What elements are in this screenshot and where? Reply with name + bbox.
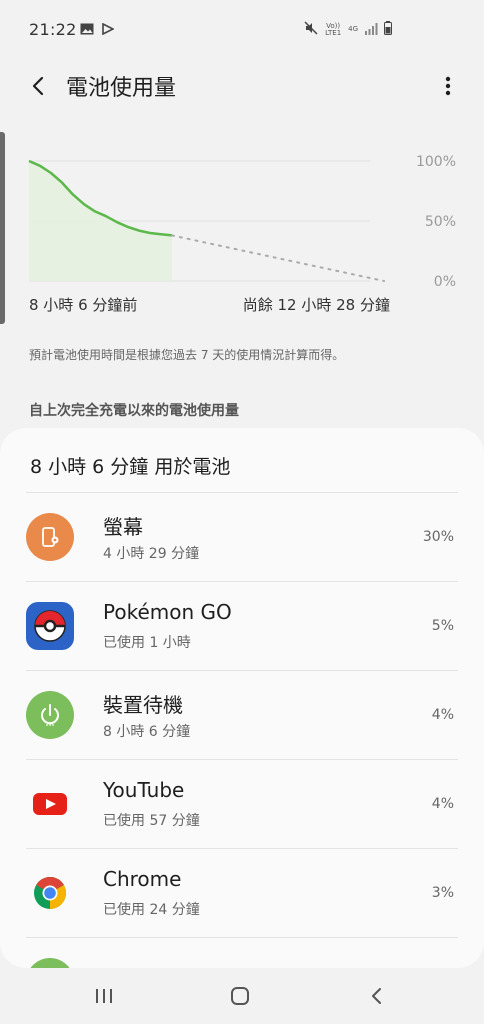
recents-icon — [96, 989, 112, 1003]
home-icon — [231, 987, 249, 1005]
app-percent: 30% — [422, 529, 454, 545]
screen: 21:22 Vo)) LTE1 4G 電池使用量 100% 50% 0% 8 小… — [0, 0, 484, 1024]
signal-icon — [364, 20, 378, 39]
app-row-chrome[interactable]: Chrome 已使用 24 分鐘 3% — [26, 848, 458, 937]
app-usage-time: 4 小時 29 分鐘 — [103, 546, 200, 562]
battery-icon — [384, 20, 392, 39]
app-percent: 5% — [431, 618, 454, 634]
app-row-pokemon-go[interactable]: Pokémon GO 已使用 1 小時 5% — [26, 581, 458, 670]
pokeball-icon — [26, 602, 74, 650]
call-icon — [26, 958, 74, 968]
back-arrow-icon — [32, 76, 44, 96]
status-right-icons: Vo)) LTE1 4G — [304, 20, 392, 39]
estimate-info-text: 預計電池使用時間是根據您過去 7 天的使用情況計算而得。 — [29, 348, 345, 362]
section-title: 自上次完全充電以來的電池使用量 — [29, 403, 239, 419]
status-time: 21:22 — [29, 20, 77, 39]
projected-usage-line — [171, 234, 385, 282]
status-bar: 21:22 Vo)) LTE1 4G — [0, 0, 484, 60]
network-label: 4G — [348, 25, 358, 33]
chart-start-label: 8 小時 6 分鐘前 — [29, 296, 138, 314]
app-percent: 4% — [431, 707, 454, 723]
status-left-icons — [80, 20, 115, 39]
app-usage-time: 8 小時 6 分鐘 — [103, 724, 191, 740]
app-usage-time: 已使用 57 分鐘 — [103, 813, 200, 829]
app-usage-time: 已使用 1 小時 — [103, 635, 191, 651]
back-button[interactable] — [22, 70, 54, 102]
power-icon — [26, 691, 74, 739]
app-name: Pokémon GO — [103, 600, 232, 624]
app-name: 螢幕 — [103, 515, 143, 539]
app-percent: 4% — [431, 796, 454, 812]
app-row-screen[interactable]: 螢幕 4 小時 29 分鐘 30% — [26, 492, 458, 581]
volte-label: Vo)) LTE1 — [325, 21, 342, 37]
app-bar: 電池使用量 — [0, 60, 484, 110]
screen-icon — [26, 513, 74, 561]
more-vert-icon — [445, 76, 451, 96]
navigation-bar — [0, 968, 484, 1024]
recents-button[interactable] — [84, 980, 124, 1012]
app-row-device-idle[interactable]: 裝置待機 8 小時 6 分鐘 4% — [26, 670, 458, 759]
nav-back-button[interactable] — [356, 980, 396, 1012]
home-button[interactable] — [220, 980, 260, 1012]
more-options-button[interactable] — [436, 70, 460, 102]
y-tick-label: 50% — [425, 214, 456, 230]
page-title: 電池使用量 — [66, 76, 177, 101]
back-icon — [372, 988, 381, 1004]
y-tick-label: 100% — [416, 154, 456, 170]
chart-end-label: 尚餘 12 小時 28 分鐘 — [242, 296, 390, 314]
usage-card: 8 小時 6 分鐘 用於電池 螢幕 4 小時 29 分鐘 30% Pokémon… — [0, 428, 484, 968]
chrome-icon — [26, 869, 74, 917]
app-percent: 3% — [431, 885, 454, 901]
app-usage-time: 已使用 24 分鐘 — [103, 902, 200, 918]
y-tick-label: 0% — [434, 274, 456, 290]
play-store-icon — [102, 20, 115, 39]
mute-icon — [304, 20, 318, 39]
app-usage-list: 螢幕 4 小時 29 分鐘 30% Pokémon GO 已使用 1 小時 5% — [0, 492, 484, 968]
app-row-call[interactable] — [26, 937, 458, 968]
app-name: 裝置待機 — [103, 693, 183, 717]
app-row-youtube[interactable]: YouTube 已使用 57 分鐘 4% — [26, 759, 458, 848]
usage-card-title: 8 小時 6 分鐘 用於電池 — [30, 456, 231, 478]
youtube-icon — [26, 780, 74, 828]
app-name: Chrome — [103, 867, 182, 891]
gallery-icon — [80, 20, 94, 39]
app-name: YouTube — [103, 778, 185, 802]
